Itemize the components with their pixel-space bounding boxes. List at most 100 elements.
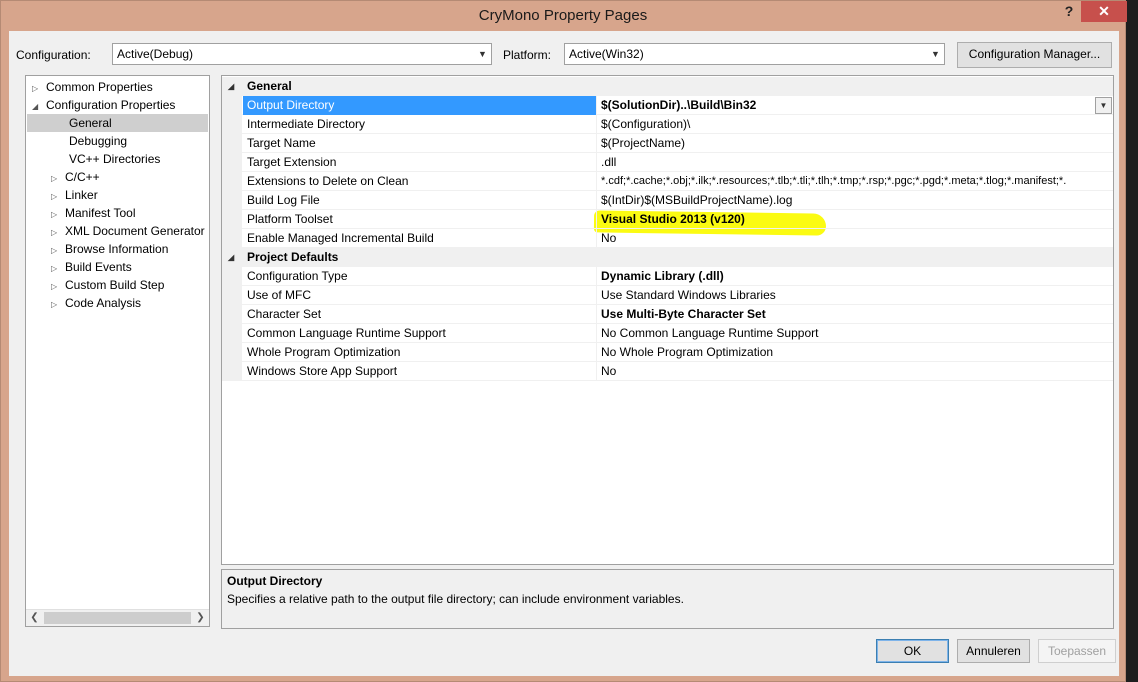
property-value[interactable]: No Common Language Runtime Support	[598, 324, 1113, 343]
help-button[interactable]: ?	[1059, 3, 1079, 21]
platform-dropdown[interactable]: Active(Win32) ▼	[564, 43, 945, 65]
row-gutter	[222, 229, 242, 248]
category-general[interactable]: ◢ General	[222, 77, 1113, 96]
row-gutter	[222, 96, 242, 115]
tree-item-general[interactable]: General	[27, 114, 208, 132]
tree-item-label: Linker	[65, 188, 98, 202]
chevron-down-icon: ▼	[931, 49, 940, 59]
property-name: Whole Program Optimization	[243, 343, 597, 362]
window-title: CryMono Property Pages	[478, 7, 648, 24]
property-value[interactable]: Dynamic Library (.dll)	[598, 267, 1113, 286]
property-value[interactable]: $(ProjectName)	[598, 134, 1113, 153]
row-gutter	[222, 305, 242, 324]
ok-button[interactable]: OK	[876, 639, 949, 663]
property-value[interactable]: No Whole Program Optimization	[598, 343, 1113, 362]
property-row-intermediate-directory[interactable]: Intermediate Directory $(Configuration)\	[222, 115, 1113, 134]
category-title: Project Defaults	[247, 250, 339, 264]
configuration-label: Configuration:	[16, 48, 91, 62]
scroll-left-icon[interactable]: ❮	[26, 610, 43, 626]
row-gutter	[222, 286, 242, 305]
chevron-down-icon[interactable]: ▼	[1095, 97, 1112, 114]
property-value[interactable]: Use Multi-Byte Character Set	[598, 305, 1113, 324]
tree-item-code-analysis[interactable]: ▷ Code Analysis	[51, 294, 141, 312]
title-bar[interactable]: CryMono Property Pages ? ✕	[1, 1, 1127, 31]
property-value[interactable]: .dll	[598, 153, 1113, 172]
scroll-right-icon[interactable]: ❯	[192, 610, 209, 626]
property-value[interactable]: Use Standard Windows Libraries	[598, 286, 1113, 305]
property-value[interactable]: *.cdf;*.cache;*.obj;*.ilk;*.resources;*.…	[598, 172, 1113, 191]
property-row-use-of-mfc[interactable]: Use of MFC Use Standard Windows Librarie…	[222, 286, 1113, 305]
dialog-client-area: Configuration: Active(Debug) ▼ Platform:…	[9, 31, 1119, 676]
property-row-whole-program-optimization[interactable]: Whole Program Optimization No Whole Prog…	[222, 343, 1113, 362]
property-tree: ▷ Common Properties ◢ Configuration Proper…	[25, 75, 210, 627]
row-gutter	[222, 267, 242, 286]
row-gutter	[222, 210, 242, 229]
property-row-windows-store-app-support[interactable]: Windows Store App Support No	[222, 362, 1113, 381]
category-project-defaults[interactable]: ◢ Project Defaults	[222, 248, 1113, 267]
property-pages-dialog: CryMono Property Pages ? ✕ Configuration…	[0, 0, 1127, 682]
property-name: Build Log File	[243, 191, 597, 210]
configuration-dropdown[interactable]: Active(Debug) ▼	[112, 43, 492, 65]
property-value[interactable]: $(IntDir)$(MSBuildProjectName).log	[598, 191, 1113, 210]
tree-item-c-cpp[interactable]: ▷ C/C++	[51, 168, 100, 186]
property-row-output-directory[interactable]: Output Directory $(SolutionDir)..\Build\…	[222, 96, 1113, 115]
property-row-configuration-type[interactable]: Configuration Type Dynamic Library (.dll…	[222, 267, 1113, 286]
collapse-arrow-icon[interactable]: ◢	[228, 77, 234, 96]
row-gutter	[222, 191, 242, 210]
tree-item-debugging[interactable]: Debugging	[69, 132, 127, 150]
property-row-target-extension[interactable]: Target Extension .dll	[222, 153, 1113, 172]
configuration-manager-button[interactable]: Configuration Manager...	[957, 42, 1112, 68]
tree-item-configuration-properties[interactable]: ◢ Configuration Properties	[32, 96, 204, 114]
property-name: Target Name	[243, 134, 597, 153]
horizontal-scrollbar[interactable]: ❮ ❯	[26, 609, 209, 626]
tree-item-build-events[interactable]: ▷ Build Events	[51, 258, 132, 276]
category-title: General	[247, 79, 292, 93]
collapse-arrow-icon[interactable]: ◢	[228, 248, 234, 267]
property-row-target-name[interactable]: Target Name $(ProjectName)	[222, 134, 1113, 153]
property-value[interactable]: No	[598, 229, 1113, 248]
property-value[interactable]: $(SolutionDir)..\Build\Bin32	[598, 96, 1113, 115]
property-name: Target Extension	[243, 153, 597, 172]
apply-button: Toepassen	[1038, 639, 1116, 663]
property-grid: ◢ General Output Directory $(SolutionDir…	[221, 75, 1114, 565]
property-value[interactable]: No	[598, 362, 1113, 381]
property-name: Configuration Type	[243, 267, 597, 286]
row-gutter	[222, 324, 242, 343]
property-value[interactable]: $(Configuration)\	[598, 115, 1113, 134]
tree-item-label: General	[69, 116, 112, 130]
cancel-button[interactable]: Annuleren	[957, 639, 1030, 663]
tree-item-vc-directories[interactable]: VC++ Directories	[69, 150, 160, 168]
property-name: Extensions to Delete on Clean	[243, 172, 597, 191]
expand-arrow-icon[interactable]: ▷	[51, 296, 65, 314]
row-gutter	[222, 134, 242, 153]
tree-item-label: Code Analysis	[65, 296, 142, 310]
tree-item-linker[interactable]: ▷ Linker	[51, 186, 98, 204]
row-gutter	[222, 115, 242, 134]
tree-item-label: Manifest Tool	[65, 206, 136, 220]
tree-item-common-properties[interactable]: ▷ Common Properties	[32, 78, 204, 96]
property-value[interactable]: Visual Studio 2013 (v120)	[598, 210, 1113, 229]
background-window	[1124, 0, 1138, 682]
tree-item-browse-information[interactable]: ▷ Browse Information	[51, 240, 168, 258]
tree-item-label: VC++ Directories	[69, 152, 161, 166]
tree-item-custom-build-step[interactable]: ▷ Custom Build Step	[51, 276, 164, 294]
property-row-build-log-file[interactable]: Build Log File $(IntDir)$(MSBuildProject…	[222, 191, 1113, 210]
property-row-clr-support[interactable]: Common Language Runtime Support No Commo…	[222, 324, 1113, 343]
tree-item-manifest-tool[interactable]: ▷ Manifest Tool	[51, 204, 135, 222]
property-row-extensions-to-delete[interactable]: Extensions to Delete on Clean *.cdf;*.ca…	[222, 172, 1113, 191]
property-row-managed-incremental-build[interactable]: Enable Managed Incremental Build No	[222, 229, 1113, 248]
scrollbar-thumb[interactable]	[44, 612, 191, 624]
tree-item-label: Common Properties	[46, 80, 153, 94]
property-name: Common Language Runtime Support	[243, 324, 597, 343]
property-row-character-set[interactable]: Character Set Use Multi-Byte Character S…	[222, 305, 1113, 324]
property-name: Character Set	[243, 305, 597, 324]
property-name: Platform Toolset	[243, 210, 597, 229]
row-gutter	[222, 172, 242, 191]
tree-item-label: Debugging	[69, 134, 128, 148]
property-row-platform-toolset[interactable]: Platform Toolset Visual Studio 2013 (v12…	[222, 210, 1113, 229]
platform-label: Platform:	[503, 48, 552, 62]
tree-item-xml-document-generator[interactable]: ▷ XML Document Generator	[51, 222, 205, 240]
close-button[interactable]: ✕	[1081, 1, 1127, 22]
property-name: Use of MFC	[243, 286, 597, 305]
tree-item-label: Build Events	[65, 260, 132, 274]
